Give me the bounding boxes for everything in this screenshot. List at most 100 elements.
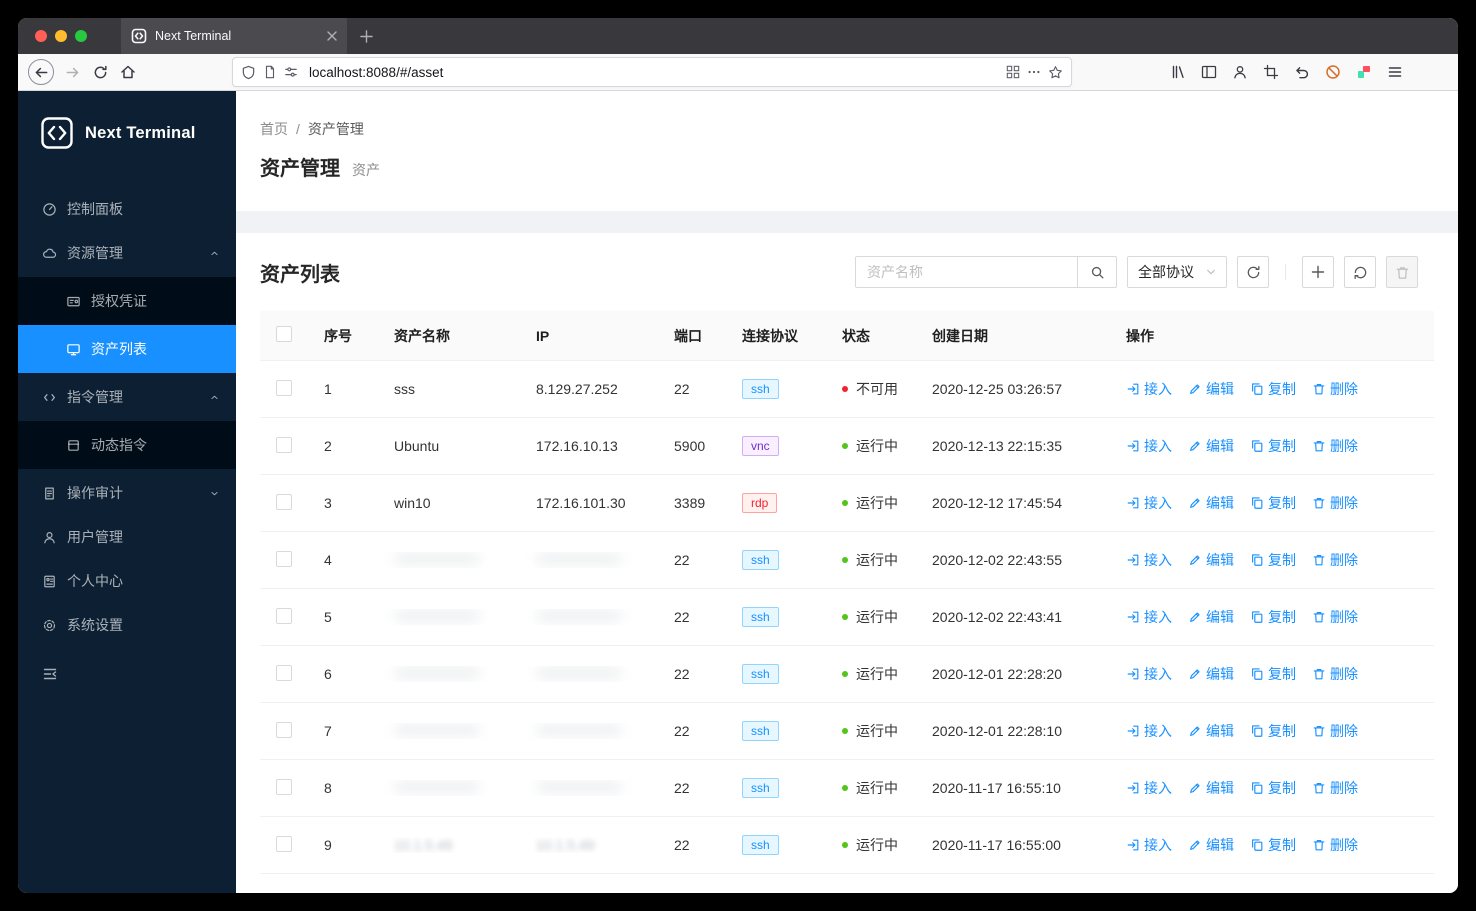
row-checkbox[interactable] <box>276 835 292 852</box>
action-edit[interactable]: 编辑 <box>1188 379 1234 399</box>
row-checkbox[interactable] <box>276 550 292 567</box>
action-delete[interactable]: 删除 <box>1312 550 1358 570</box>
action-delete[interactable]: 删除 <box>1312 493 1358 513</box>
row-checkbox[interactable] <box>276 664 292 681</box>
protocol-select[interactable]: 全部协议 <box>1127 256 1227 288</box>
action-access[interactable]: 接入 <box>1126 607 1172 627</box>
action-edit[interactable]: 编辑 <box>1188 721 1234 741</box>
content-blocker-icon[interactable] <box>1325 64 1341 80</box>
asset-port: 22 <box>674 609 690 625</box>
sidebar-item[interactable]: 系统设置 <box>18 605 236 645</box>
next-terminal-logo-icon <box>40 116 74 150</box>
action-access[interactable]: 接入 <box>1126 436 1172 456</box>
action-access[interactable]: 接入 <box>1126 379 1172 399</box>
sidebar-item[interactable]: 授权凭证 <box>18 277 236 325</box>
action-edit[interactable]: 编辑 <box>1188 607 1234 627</box>
add-asset-button[interactable] <box>1302 256 1334 288</box>
action-copy[interactable]: 复制 <box>1250 379 1296 399</box>
reload-button[interactable] <box>86 58 114 86</box>
tab-close-icon[interactable] <box>327 31 337 41</box>
delete-selected-button[interactable] <box>1386 256 1418 288</box>
protocol-tag: ssh <box>742 550 779 570</box>
sidebar-item[interactable]: 个人中心 <box>18 561 236 601</box>
row-checkbox[interactable] <box>276 436 292 453</box>
url-bar[interactable]: localhost:8088/#/asset <box>232 57 1072 87</box>
action-delete[interactable]: 删除 <box>1312 607 1358 627</box>
action-copy[interactable]: 复制 <box>1250 664 1296 684</box>
action-delete[interactable]: 删除 <box>1312 664 1358 684</box>
asset-search-input[interactable] <box>855 256 1077 288</box>
action-copy[interactable]: 复制 <box>1250 721 1296 741</box>
action-copy[interactable]: 复制 <box>1250 550 1296 570</box>
page-info-icon[interactable] <box>263 65 277 79</box>
browser-tab[interactable]: Next Terminal <box>121 18 347 54</box>
asset-port: 22 <box>674 666 690 682</box>
action-access[interactable]: 接入 <box>1126 721 1172 741</box>
action-access[interactable]: 接入 <box>1126 493 1172 513</box>
action-label: 删除 <box>1330 495 1358 511</box>
permissions-icon[interactable] <box>284 65 298 79</box>
action-delete[interactable]: 删除 <box>1312 379 1358 399</box>
action-label: 编辑 <box>1206 723 1234 739</box>
row-checkbox[interactable] <box>276 379 292 396</box>
library-icon[interactable] <box>1170 64 1186 80</box>
app-logo[interactable]: Next Terminal <box>18 91 236 175</box>
action-edit[interactable]: 编辑 <box>1188 664 1234 684</box>
refresh-button[interactable] <box>1344 256 1376 288</box>
action-access[interactable]: 接入 <box>1126 550 1172 570</box>
row-checkbox[interactable] <box>276 778 292 795</box>
action-copy[interactable]: 复制 <box>1250 778 1296 798</box>
action-edit[interactable]: 编辑 <box>1188 436 1234 456</box>
extension-icon[interactable] <box>1356 64 1372 80</box>
sidebar-item[interactable]: 控制面板 <box>18 189 236 229</box>
highlights-grid-icon[interactable] <box>1006 65 1020 79</box>
row-checkbox[interactable] <box>276 607 292 624</box>
undo-icon[interactable] <box>1294 64 1310 80</box>
select-all-checkbox[interactable] <box>276 326 292 342</box>
action-copy[interactable]: 复制 <box>1250 607 1296 627</box>
screenshot-icon[interactable] <box>1263 64 1279 80</box>
action-copy[interactable]: 复制 <box>1250 436 1296 456</box>
action-delete[interactable]: 删除 <box>1312 436 1358 456</box>
sidebar-item[interactable]: 动态指令 <box>18 421 236 469</box>
sidebar-item[interactable]: 指令管理 <box>18 377 236 417</box>
home-button[interactable] <box>114 58 142 86</box>
action-label: 复制 <box>1268 666 1296 682</box>
sidebar-item[interactable]: 操作审计 <box>18 473 236 513</box>
url-text[interactable]: localhost:8088/#/asset <box>309 65 999 80</box>
forward-button[interactable] <box>58 58 86 86</box>
new-tab-button[interactable] <box>351 18 381 54</box>
sidebar-item[interactable]: 用户管理 <box>18 517 236 557</box>
menu-hamburger-icon[interactable] <box>1387 64 1403 80</box>
tracking-shield-icon[interactable] <box>241 65 256 80</box>
back-button[interactable] <box>28 59 54 85</box>
search-button[interactable] <box>1077 256 1117 288</box>
page-actions-icon[interactable] <box>1027 65 1041 79</box>
sidebars-icon[interactable] <box>1201 64 1217 80</box>
row-checkbox[interactable] <box>276 493 292 510</box>
action-access[interactable]: 接入 <box>1126 835 1172 855</box>
action-delete[interactable]: 删除 <box>1312 778 1358 798</box>
breadcrumb-home[interactable]: 首页 <box>260 119 288 139</box>
sidebar-item[interactable]: 资源管理 <box>18 233 236 273</box>
action-copy[interactable]: 复制 <box>1250 493 1296 513</box>
maximize-window-button[interactable] <box>75 30 87 42</box>
row-checkbox[interactable] <box>276 721 292 738</box>
menu-fold-icon[interactable] <box>42 666 236 682</box>
action-access[interactable]: 接入 <box>1126 664 1172 684</box>
account-icon[interactable] <box>1232 64 1248 80</box>
bookmark-star-icon[interactable] <box>1048 65 1063 80</box>
action-edit[interactable]: 编辑 <box>1188 493 1234 513</box>
action-access[interactable]: 接入 <box>1126 778 1172 798</box>
action-edit[interactable]: 编辑 <box>1188 778 1234 798</box>
close-window-button[interactable] <box>35 30 47 42</box>
sidebar-item[interactable]: 资产列表 <box>18 325 236 373</box>
action-copy[interactable]: 复制 <box>1250 835 1296 855</box>
minimize-window-button[interactable] <box>55 30 67 42</box>
sync-button[interactable] <box>1237 256 1269 288</box>
action-edit[interactable]: 编辑 <box>1188 550 1234 570</box>
sidebar-menu: 控制面板 资源管理 授权凭证 资产列表 指令管理 动态指令 操作审计 用户管理 个人中心 系统设置 <box>18 189 236 645</box>
action-delete[interactable]: 删除 <box>1312 721 1358 741</box>
action-delete[interactable]: 删除 <box>1312 835 1358 855</box>
action-edit[interactable]: 编辑 <box>1188 835 1234 855</box>
